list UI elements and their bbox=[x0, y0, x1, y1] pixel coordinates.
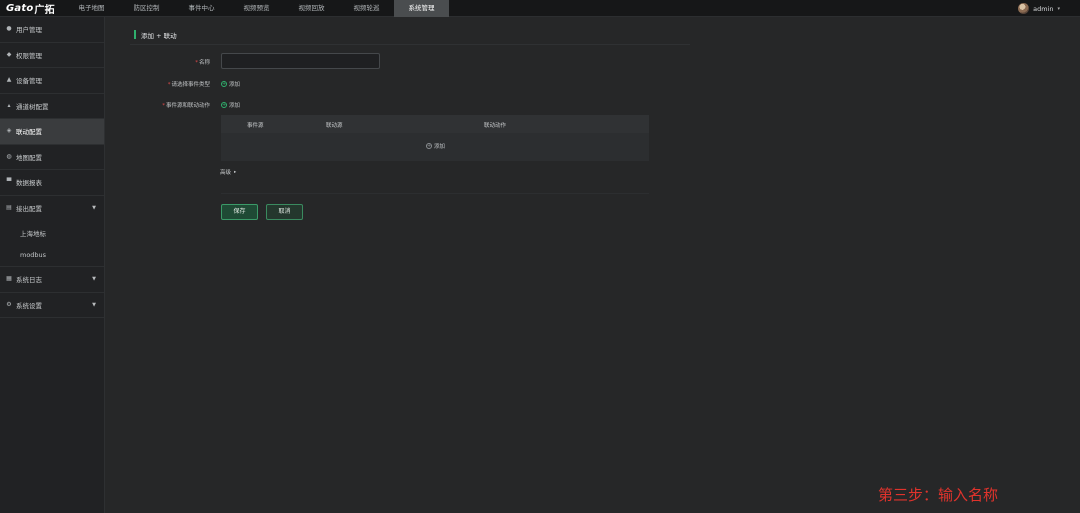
sidebar-item-label: 设备管理 bbox=[16, 77, 42, 86]
sidebar-item-label: 通道树配置 bbox=[16, 102, 49, 111]
sidebar-item-map-config[interactable]: ◍ 地图配置 bbox=[0, 145, 104, 170]
chevron-down-icon[interactable]: ▾ bbox=[1057, 6, 1060, 12]
tab-zone-control[interactable]: 防区控制 bbox=[119, 0, 174, 17]
required-mark: * bbox=[162, 103, 165, 109]
top-bar: Gato 广拓 电子地图 防区控制 事件中心 视频预览 视频回放 视频轮巡 系统… bbox=[0, 0, 1080, 17]
name-label: *名称 bbox=[195, 60, 210, 66]
sidebar-item-label: 地图配置 bbox=[16, 153, 42, 162]
required-mark: * bbox=[195, 60, 198, 66]
sidebar-item-label: 系统设置 bbox=[16, 301, 42, 310]
add-label: 添加 bbox=[229, 82, 241, 88]
settings-icon: ⚙ bbox=[6, 300, 12, 308]
user-icon: ● bbox=[6, 25, 12, 33]
step-caption: 第三步：输入名称 bbox=[878, 486, 999, 504]
main-content: 添加 + 联动 *名称 *请选择事件类型 + 添加 *事件源和联动动作 + 添加… bbox=[106, 17, 1080, 513]
sidebar-item-user-management[interactable]: ● 用户管理 bbox=[0, 17, 104, 43]
sidebar-subitem-modbus[interactable]: modbus bbox=[0, 244, 104, 267]
sidebar-item-linkage-config[interactable]: ◈ 联动配置 bbox=[0, 119, 104, 145]
tab-electronic-map[interactable]: 电子地图 bbox=[64, 0, 119, 17]
main-nav: 电子地图 防区控制 事件中心 视频预览 视频回放 视频轮巡 系统管理 bbox=[64, 0, 449, 17]
link-icon: ◈ bbox=[6, 127, 12, 135]
tab-video-playback[interactable]: 视频回放 bbox=[284, 0, 339, 17]
tab-system-management[interactable]: 系统管理 bbox=[394, 0, 449, 17]
report-icon: ▀ bbox=[6, 178, 12, 186]
device-icon: ▲ bbox=[6, 76, 12, 84]
output-icon: ▤ bbox=[6, 204, 12, 212]
log-icon: ▦ bbox=[6, 275, 12, 283]
sidebar-item-permission-management[interactable]: ◆ 权限管理 bbox=[0, 43, 104, 68]
table-header: 事件源 联动源 联动动作 bbox=[221, 115, 649, 133]
column-header-event-source: 事件源 bbox=[247, 123, 264, 129]
add-label: 添加 bbox=[434, 144, 446, 150]
advanced-toggle[interactable]: 高级 ▸ bbox=[220, 168, 237, 177]
sidebar-subitem-label: 上海地标 bbox=[20, 229, 46, 238]
tab-video-tour[interactable]: 视频轮巡 bbox=[339, 0, 394, 17]
divider bbox=[221, 193, 649, 194]
divider bbox=[130, 44, 690, 45]
tab-event-center[interactable]: 事件中心 bbox=[174, 0, 229, 17]
sidebar-subitem-shanghai-landmark[interactable]: 上海地标 bbox=[0, 221, 104, 244]
chevron-down-icon[interactable]: ▼ bbox=[92, 205, 96, 211]
chevron-down-icon[interactable]: ▼ bbox=[92, 276, 96, 282]
chevron-right-icon: ▸ bbox=[234, 169, 237, 175]
event-action-label: *事件源和联动动作 bbox=[162, 103, 210, 109]
plus-circle-icon: + bbox=[426, 143, 432, 149]
sidebar-subitem-label: modbus bbox=[20, 251, 47, 259]
sidebar-item-system-log[interactable]: ▦ 系统日志 ▼ bbox=[0, 267, 104, 293]
user-menu[interactable]: admin ▾ bbox=[1018, 2, 1060, 15]
brand-logo: Gato 广拓 bbox=[6, 1, 55, 16]
table-add-row-button[interactable]: + 添加 bbox=[426, 142, 445, 150]
sidebar-item-channel-tree[interactable]: ▴ 通道树配置 bbox=[0, 94, 104, 119]
cancel-button[interactable]: 取消 bbox=[266, 204, 303, 220]
plus-circle-icon: + bbox=[221, 81, 227, 87]
sidebar-item-device-management[interactable]: ▲ 设备管理 bbox=[0, 68, 104, 94]
shield-icon: ◆ bbox=[6, 50, 12, 58]
sidebar-item-label: 权限管理 bbox=[16, 51, 42, 60]
sidebar-item-data-report[interactable]: ▀ 数据报表 bbox=[0, 170, 104, 196]
add-event-type-button[interactable]: + 添加 bbox=[221, 80, 240, 88]
avatar[interactable] bbox=[1018, 3, 1030, 14]
advanced-label: 高级 bbox=[220, 170, 232, 176]
logo-text: Gato bbox=[6, 3, 34, 14]
name-input[interactable] bbox=[221, 53, 380, 69]
sidebar-item-label: 系统日志 bbox=[16, 276, 42, 285]
save-button[interactable]: 保存 bbox=[221, 204, 258, 220]
event-type-label: *请选择事件类型 bbox=[167, 82, 210, 88]
sidebar-item-label: 数据报表 bbox=[16, 179, 42, 188]
map-icon: ◍ bbox=[6, 152, 12, 160]
user-name[interactable]: admin bbox=[1033, 5, 1053, 13]
sidebar-item-label: 用户管理 bbox=[16, 26, 42, 35]
tab-video-preview[interactable]: 视频预览 bbox=[229, 0, 284, 17]
linkage-table: 事件源 联动源 联动动作 + 添加 bbox=[221, 115, 649, 161]
sidebar: ● 用户管理 ◆ 权限管理 ▲ 设备管理 ▴ 通道树配置 ◈ 联动配置 ◍ 地图… bbox=[0, 17, 105, 513]
sidebar-item-system-settings[interactable]: ⚙ 系统设置 ▼ bbox=[0, 293, 104, 318]
page-title: 添加 + 联动 bbox=[134, 30, 177, 40]
chevron-down-icon[interactable]: ▼ bbox=[92, 302, 96, 308]
column-header-linkage-action: 联动动作 bbox=[484, 123, 507, 129]
plus-circle-icon: + bbox=[221, 102, 227, 108]
column-header-linkage-source: 联动源 bbox=[326, 123, 343, 129]
sidebar-item-output-config[interactable]: ▤ 接出配置 ▼ bbox=[0, 196, 104, 222]
sidebar-item-label: 接出配置 bbox=[16, 205, 42, 214]
sidebar-item-label: 联动配置 bbox=[16, 128, 42, 137]
logo-cn: 广拓 bbox=[34, 5, 55, 16]
add-event-action-button[interactable]: + 添加 bbox=[221, 101, 240, 109]
tree-icon: ▴ bbox=[7, 101, 11, 109]
add-label: 添加 bbox=[229, 103, 241, 109]
